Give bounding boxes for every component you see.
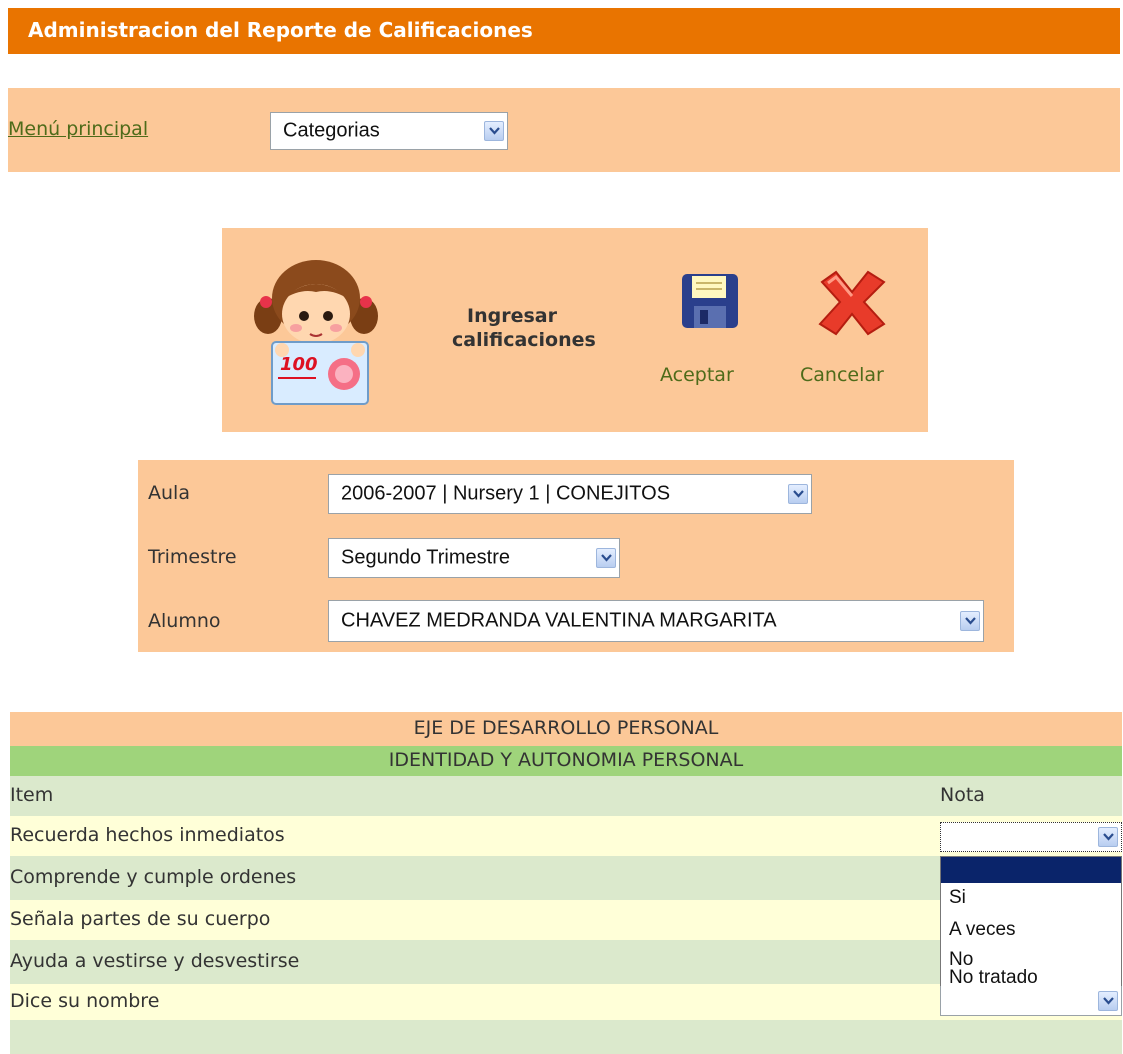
red-x-icon[interactable] — [814, 270, 890, 336]
nota-select[interactable] — [940, 986, 1122, 1016]
nota-dropdown-list: Si A veces No No tratado — [940, 856, 1122, 989]
menu-bar: Menú principal Categorias — [8, 88, 1120, 172]
chevron-down-icon — [788, 484, 808, 504]
table-row-partial — [10, 1020, 1122, 1054]
row-item: Comprende y cumple ordenes — [10, 866, 297, 888]
chevron-down-icon — [1098, 991, 1118, 1011]
panel-title-line1: Ingresar — [467, 305, 557, 327]
row-item: Recuerda hechos inmediatos — [10, 824, 285, 846]
section-header-row: EJE DE DESARROLLO PERSONAL — [10, 712, 1122, 746]
aula-label: Aula — [148, 482, 190, 504]
column-header-nota: Nota — [940, 784, 985, 806]
filters-panel: Aula 2006-2007 | Nursery 1 | CONEJITOS T… — [138, 460, 1014, 652]
chevron-down-icon — [960, 611, 980, 631]
column-header-item: Item — [10, 784, 54, 806]
accept-button[interactable]: Aceptar — [660, 364, 734, 386]
dropdown-option[interactable] — [941, 857, 1121, 883]
row-item: Ayuda a vestirse y desvestirse — [10, 950, 300, 972]
category-select-value: Categorias — [283, 119, 380, 142]
aula-select-value: 2006-2007 | Nursery 1 | CONEJITOS — [341, 482, 671, 505]
cancel-button[interactable]: Cancelar — [800, 364, 884, 386]
table-row: Dice su nombre — [10, 984, 1122, 1020]
main-menu-link[interactable]: Menú principal — [8, 118, 148, 140]
aula-select[interactable]: 2006-2007 | Nursery 1 | CONEJITOS — [328, 474, 812, 514]
page-title: Administracion del Reporte de Calificaci… — [28, 18, 533, 42]
category-select[interactable]: Categorias — [270, 112, 508, 150]
action-panel: 100 Ingresar calificaciones Aceptar Canc… — [222, 228, 928, 432]
floppy-disk-icon[interactable] — [680, 272, 740, 330]
title-bar: Administracion del Reporte de Calificaci… — [8, 8, 1120, 54]
svg-text:100: 100 — [280, 354, 318, 375]
girl-mascot-icon: 100 — [254, 260, 378, 405]
subsection-header-row: IDENTIDAD Y AUTONOMIA PERSONAL — [10, 746, 1122, 776]
chevron-down-icon — [1098, 827, 1118, 847]
row-item: Dice su nombre — [10, 990, 160, 1012]
panel-title: Ingresar calificaciones — [452, 304, 596, 352]
alumno-select-value: CHAVEZ MEDRANDA VALENTINA MARGARITA — [341, 609, 777, 632]
section-header: EJE DE DESARROLLO PERSONAL — [413, 717, 719, 739]
table-row: Recuerda hechos inmediatos — [10, 816, 1122, 856]
dropdown-option[interactable]: A veces — [941, 919, 1121, 941]
trimestre-select-value: Segundo Trimestre — [341, 546, 510, 569]
trimestre-select[interactable]: Segundo Trimestre — [328, 538, 620, 578]
subsection-header: IDENTIDAD Y AUTONOMIA PERSONAL — [388, 749, 744, 771]
nota-select[interactable] — [940, 822, 1122, 852]
chevron-down-icon — [596, 548, 616, 568]
chevron-down-icon — [484, 121, 504, 141]
column-header-row: Item Nota — [10, 776, 1122, 816]
dropdown-option[interactable]: No tratado — [941, 967, 1121, 989]
alumno-select[interactable]: CHAVEZ MEDRANDA VALENTINA MARGARITA — [328, 600, 984, 642]
alumno-label: Alumno — [148, 610, 221, 632]
dropdown-option[interactable]: Si — [941, 887, 1121, 909]
panel-title-line2: calificaciones — [452, 329, 596, 351]
trimestre-label: Trimestre — [148, 546, 237, 568]
row-item: Señala partes de su cuerpo — [10, 908, 271, 930]
